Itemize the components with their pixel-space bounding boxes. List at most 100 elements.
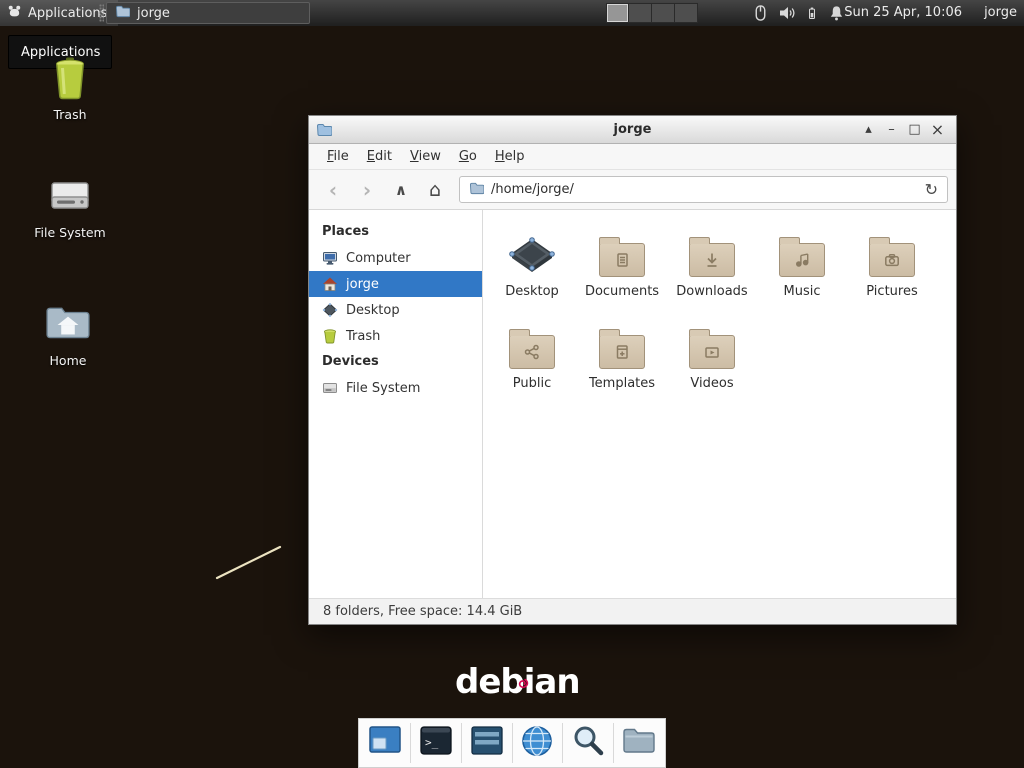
dock-separator	[512, 723, 513, 763]
folder-icon	[689, 243, 735, 277]
home-icon	[322, 276, 338, 292]
path-folder-icon	[469, 181, 484, 199]
taskbar-window-button[interactable]: jorge	[106, 2, 310, 24]
file-manager-button[interactable]	[621, 722, 657, 764]
dock-panel: >_	[358, 718, 666, 768]
globe-icon	[519, 723, 555, 763]
taskbar-window-label: jorge	[137, 6, 170, 21]
path-input[interactable]	[491, 182, 918, 197]
debian-swirl-icon	[517, 659, 529, 699]
folder-item-documents[interactable]: Documents	[577, 223, 667, 299]
folder-label: Desktop	[505, 284, 559, 299]
top-panel: Applications jorge Sun 25 Apr, 10:06 jor…	[0, 0, 1024, 26]
folder-item-downloads[interactable]: Downloads	[667, 223, 757, 299]
sidebar-item-file-system[interactable]: File System	[309, 375, 482, 401]
menu-view[interactable]: View	[401, 144, 450, 169]
desktop-icon-trash[interactable]: Trash	[25, 54, 115, 122]
notifications-bell-icon[interactable]	[828, 4, 845, 22]
sidebar-item-computer[interactable]: Computer	[309, 245, 482, 271]
computer-icon	[322, 250, 338, 266]
dock-separator	[562, 723, 563, 763]
trash-icon	[322, 328, 338, 344]
sidebar-item-label: jorge	[346, 277, 379, 292]
window-folder-icon	[316, 122, 332, 137]
app-finder-button[interactable]	[570, 722, 606, 764]
workspace-3[interactable]	[652, 3, 675, 23]
up-button[interactable]: ∧	[385, 175, 417, 205]
home-button[interactable]: ⌂	[419, 175, 451, 205]
menu-file[interactable]: File	[318, 144, 358, 169]
dock-separator	[613, 723, 614, 763]
sidebar-item-trash[interactable]: Trash	[309, 323, 482, 349]
sidebar-item-label: File System	[346, 381, 420, 396]
folder-icon	[689, 335, 735, 369]
workspace-4[interactable]	[675, 3, 698, 23]
folder-icon	[599, 335, 645, 369]
desktop-icon-file-system[interactable]: File System	[25, 172, 115, 240]
folder-item-pictures[interactable]: Pictures	[847, 223, 937, 299]
folder-item-videos[interactable]: Videos	[667, 315, 757, 391]
camera-emblem-icon	[870, 244, 914, 276]
window-titlebar[interactable]: jorge ▴ – □ ×	[309, 116, 956, 144]
xterm-button[interactable]	[469, 722, 505, 764]
mouse-icon[interactable]	[752, 4, 769, 22]
debian-logo: debian	[455, 662, 585, 702]
folder-item-desktop[interactable]: Desktop	[487, 223, 577, 299]
share-emblem-icon	[510, 336, 554, 368]
folder-icon	[509, 335, 555, 369]
desktop-folder-icon	[508, 223, 556, 277]
sidebar-item-jorge[interactable]: jorge	[309, 271, 482, 297]
templates-emblem-icon	[600, 336, 644, 368]
places-sidebar: Places Computer jorge Desktop	[309, 210, 483, 598]
folder-icon	[779, 243, 825, 277]
workspace-1[interactable]	[606, 3, 629, 23]
sidebar-item-label: Computer	[346, 251, 411, 266]
back-button[interactable]: ‹	[317, 175, 349, 205]
web-browser-button[interactable]	[519, 722, 555, 764]
drive-icon	[49, 172, 91, 220]
folder-item-public[interactable]: Public	[487, 315, 577, 391]
menubar: File Edit View Go Help	[309, 144, 956, 170]
folder-label: Pictures	[866, 284, 917, 299]
workspace-2[interactable]	[629, 3, 652, 23]
file-manager-folder-icon	[621, 723, 657, 763]
minimize-button[interactable]: –	[880, 119, 903, 141]
folder-label: Templates	[589, 376, 655, 391]
battery-icon[interactable]	[805, 4, 819, 22]
desktop-scratch-line	[214, 544, 284, 586]
shade-button[interactable]: ▴	[857, 119, 880, 141]
svg-text:>_: >_	[425, 736, 439, 749]
drive-icon	[322, 380, 338, 396]
session-user-label[interactable]: jorge	[984, 0, 1017, 26]
dock-separator	[410, 723, 411, 763]
sidebar-item-desktop[interactable]: Desktop	[309, 297, 482, 323]
xterm-icon	[469, 723, 505, 763]
maximize-button[interactable]: □	[903, 119, 926, 141]
folder-item-templates[interactable]: Templates	[577, 315, 667, 391]
show-desktop-icon	[367, 723, 403, 763]
folder-item-music[interactable]: Music	[757, 223, 847, 299]
path-bar[interactable]: ↻	[459, 176, 948, 203]
refresh-icon[interactable]: ↻	[925, 180, 938, 199]
volume-icon[interactable]	[778, 4, 796, 22]
close-button[interactable]: ×	[926, 119, 949, 141]
desktop-icon	[322, 302, 338, 318]
desktop-icon-home[interactable]: Home	[23, 300, 113, 368]
menu-edit[interactable]: Edit	[358, 144, 401, 169]
menu-go[interactable]: Go	[450, 144, 486, 169]
folder-icon	[599, 243, 645, 277]
taskbar-folder-icon	[115, 4, 130, 22]
devices-header: Devices	[309, 349, 482, 375]
forward-button[interactable]: ›	[351, 175, 383, 205]
menu-help[interactable]: Help	[486, 144, 534, 169]
terminal-button[interactable]: >_	[418, 722, 454, 764]
toolbar: ‹ › ∧ ⌂ ↻	[309, 170, 956, 210]
show-desktop-button[interactable]	[367, 722, 403, 764]
video-emblem-icon	[690, 336, 734, 368]
music-emblem-icon	[780, 244, 824, 276]
status-bar: 8 folders, Free space: 14.4 GiB	[309, 598, 956, 624]
magnifier-icon	[570, 723, 606, 763]
trash-icon	[50, 54, 90, 102]
workspace-switcher[interactable]	[606, 3, 698, 23]
clock[interactable]: Sun 25 Apr, 10:06	[844, 0, 962, 26]
